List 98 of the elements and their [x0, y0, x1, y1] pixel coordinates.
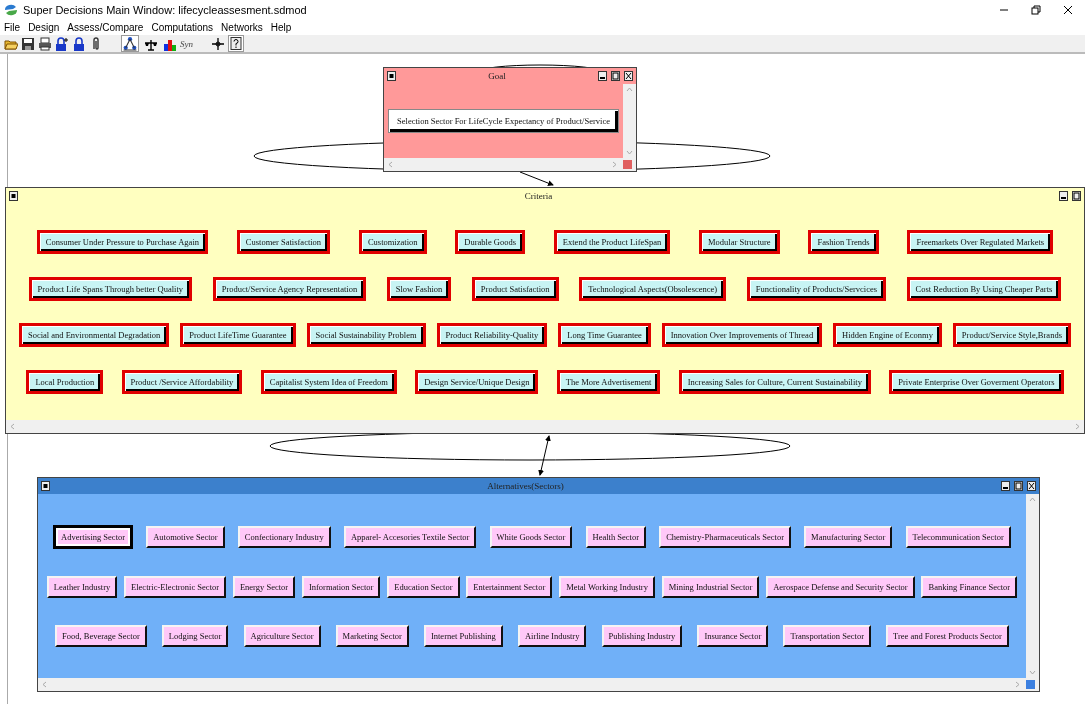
save-icon[interactable]	[21, 36, 35, 51]
node-button[interactable]: Customization	[358, 230, 427, 255]
node-button[interactable]: Product/Service Agency Representation	[212, 276, 367, 301]
connector-arrow	[519, 171, 554, 186]
node-button[interactable]: Technological Aspects(Obsolescence)	[579, 276, 727, 301]
crosshair-icon[interactable]	[211, 36, 225, 51]
node-button[interactable]: Metal Working Industry	[559, 576, 655, 598]
node-button[interactable]: Customer Satisfaction	[236, 230, 331, 255]
minimize-button[interactable]	[1059, 191, 1068, 201]
maximize-button[interactable]	[611, 71, 620, 81]
node-button[interactable]: Consumer Under Pressure to Purchase Again	[36, 230, 208, 255]
node-button[interactable]: Internet Publishing	[423, 625, 503, 647]
node-button[interactable]: Marketing Sector	[335, 625, 409, 647]
node-button[interactable]: Information Sector	[301, 576, 381, 598]
node-button[interactable]: Transportation Sector	[783, 625, 871, 647]
node-button[interactable]: Product Life Spans Through better Quality	[28, 276, 193, 301]
node-button[interactable]: Mining Industrial Sector	[661, 576, 760, 598]
node-button[interactable]: Leather Industry	[46, 576, 118, 598]
window-title: Super Decisions Main Window: lifecycleassesment.sdmod	[23, 4, 308, 16]
node-button[interactable]: Slow Fashion	[386, 276, 452, 301]
resize-grip-icon[interactable]	[623, 160, 632, 169]
menu-item[interactable]: Computations	[151, 22, 214, 33]
node-button[interactable]: Apparel- Accesories Textile Sector	[343, 526, 477, 548]
node-button[interactable]: Hidden Engine of Econmy	[833, 323, 942, 348]
node-button[interactable]: Manufacturing Sector	[804, 526, 893, 548]
help-icon[interactable]	[228, 35, 244, 52]
maximize-button[interactable]	[1072, 191, 1081, 201]
node-button[interactable]: Entertainment Sector	[466, 576, 553, 598]
node-button[interactable]: Agriculture Sector	[243, 625, 321, 647]
node-button[interactable]: Automotive Sector	[146, 526, 225, 548]
restore-button[interactable]	[1031, 5, 1041, 15]
menu-item[interactable]: File	[4, 22, 21, 33]
node-button[interactable]: Banking Finance Sector	[921, 576, 1018, 598]
menu-item[interactable]: Help	[270, 22, 292, 33]
system-menu-button[interactable]	[41, 481, 50, 491]
node-button[interactable]: Extend the Product LifeSpan	[553, 230, 671, 255]
lock-plus-icon[interactable]	[55, 36, 69, 51]
node-button[interactable]: Tree and Forest Products Sector	[886, 625, 1009, 647]
node-button[interactable]: The More Advertisement	[556, 369, 661, 394]
node-button[interactable]: Innovation Over Improvements of Thread	[661, 323, 823, 348]
node-button[interactable]: Local Production	[26, 369, 104, 394]
node-button[interactable]: Freemarkets Over Regulated Markets	[907, 230, 1054, 255]
synthesis-button[interactable]: Syn	[180, 38, 193, 49]
close-button[interactable]	[1063, 5, 1073, 15]
minimize-button[interactable]	[1001, 481, 1010, 491]
minimize-button[interactable]	[598, 71, 607, 81]
system-menu-button[interactable]	[9, 191, 18, 201]
node-button[interactable]: Education Sector	[387, 576, 460, 598]
print-icon[interactable]	[38, 36, 52, 51]
node-button[interactable]: White Goods Sector	[489, 526, 573, 548]
node-button[interactable]: Product/Service Style,Brands	[952, 323, 1071, 348]
close-button[interactable]	[624, 71, 633, 81]
node-button[interactable]: Cost Reduction By Using Cheaper Parts	[906, 276, 1062, 301]
maximize-button[interactable]	[1014, 481, 1023, 491]
node-button[interactable]: Telecommunication Sector	[905, 526, 1011, 548]
app-icon	[4, 4, 18, 16]
cluster-title: Criteria	[524, 191, 553, 201]
system-menu-button[interactable]	[387, 71, 396, 81]
menu-item[interactable]: Assess/Compare	[67, 22, 144, 33]
cluster-title: Goal	[488, 71, 506, 81]
node-button[interactable]: Airline Industry	[517, 625, 587, 647]
resize-grip-icon[interactable]	[1026, 680, 1035, 689]
node-button[interactable]: Increasing Sales for Culture, Current Sustainability	[678, 369, 871, 394]
node-button[interactable]: Functionality of Products/Servcices	[746, 276, 887, 301]
node-button[interactable]: Food, Beverage Sector	[55, 625, 147, 647]
lock-icon[interactable]	[72, 36, 86, 51]
network-icon[interactable]	[121, 35, 139, 52]
node-button[interactable]: Durable Goods	[455, 230, 525, 255]
node-button[interactable]: Product Satisfaction	[471, 276, 559, 301]
horizontal-scrollbar[interactable]	[384, 158, 636, 171]
node-button[interactable]: Health Sector	[585, 526, 647, 548]
menu-item[interactable]: Networks	[221, 22, 263, 33]
node-button[interactable]: Social and Environmental Degradation	[18, 323, 170, 348]
node-button[interactable]: Insurance Sector	[697, 625, 769, 647]
node-button[interactable]: Private Enterprise Over Goverment Operators	[889, 369, 1064, 394]
node-button[interactable]: Design Service/Unique Design	[415, 369, 539, 394]
node-button[interactable]: Aerospace Defense and Security Sector	[766, 576, 915, 598]
node-button[interactable]: Lodging Sector	[161, 625, 229, 647]
node-button[interactable]: Confectionary Industry	[237, 526, 331, 548]
node-button[interactable]: Energy Sector	[232, 576, 296, 598]
close-button[interactable]	[1027, 481, 1036, 491]
connector-arrow	[538, 435, 551, 476]
node-button[interactable]: Social Sustainability Problem	[306, 323, 426, 348]
node-button[interactable]: Publishing Industry	[601, 625, 683, 647]
node-button[interactable]: Chemistry-Pharmaceuticals Sector	[659, 526, 791, 548]
menu-item[interactable]: Design	[28, 22, 60, 33]
cluster-title: Alternatives(Sectors)	[487, 481, 564, 491]
node-button[interactable]: Product /Service Affordability	[121, 369, 243, 394]
node-button[interactable]: Capitalist System Idea of Freedom	[260, 369, 397, 394]
node-button[interactable]: Product LifeTime Guarantee	[180, 323, 296, 348]
node-button[interactable]: Advertising Sector	[53, 525, 134, 549]
node-button[interactable]: Electric-Electronic Sector	[124, 576, 227, 598]
node-button[interactable]: Fashion Trends	[808, 230, 879, 255]
node-button[interactable]: Long Time Guarantee	[558, 323, 651, 348]
horizontal-scrollbar[interactable]	[38, 678, 1039, 691]
node-button[interactable]: Selection Sector For LifeCycle Expectancy of Product/Service	[388, 109, 619, 133]
node-button[interactable]: Modular Structure	[699, 230, 780, 255]
node-button[interactable]: Product Reliability-Quality	[436, 323, 548, 348]
